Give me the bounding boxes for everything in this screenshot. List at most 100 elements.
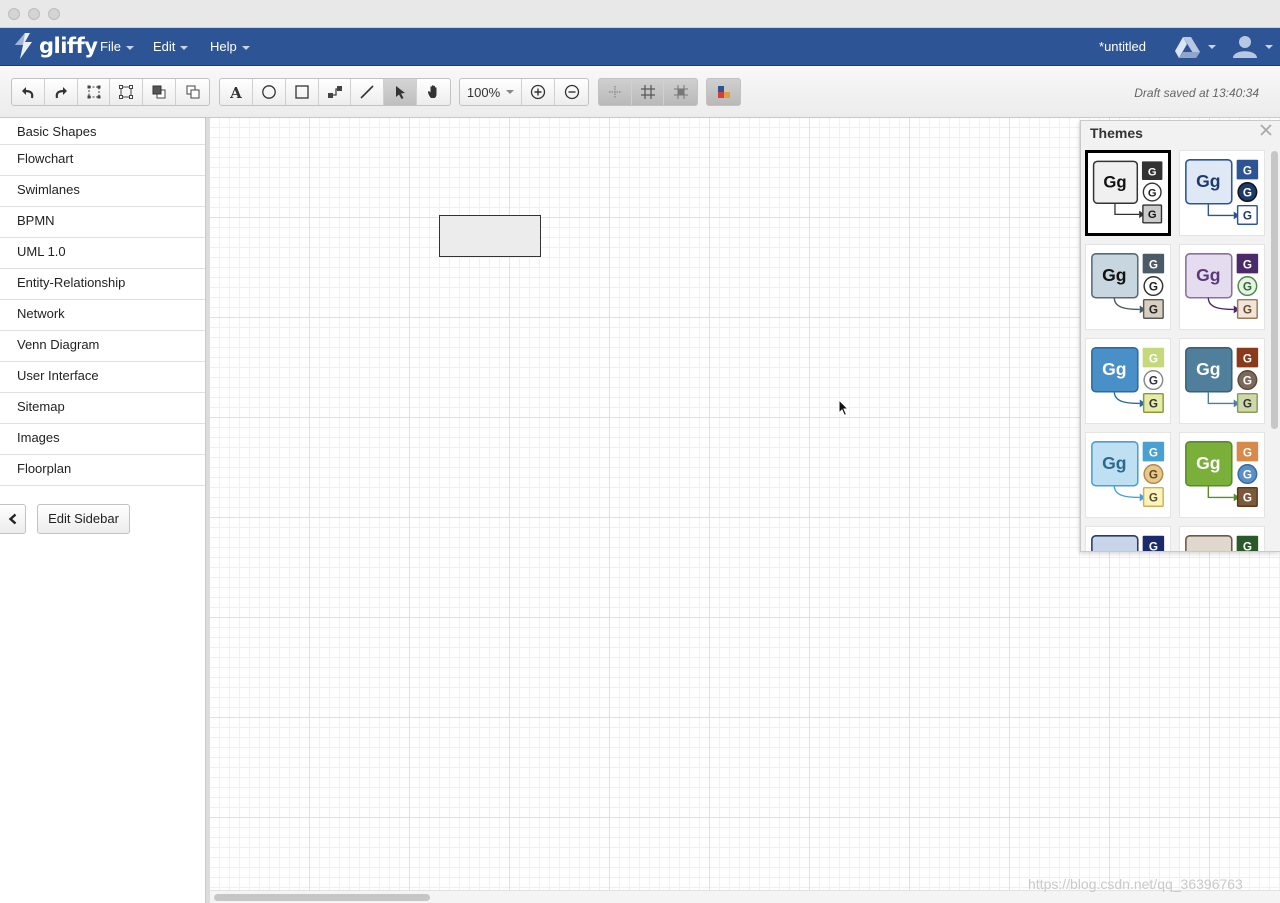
sidebar-category-item[interactable]: Basic Shapes: [0, 118, 205, 145]
sidebar-category-item[interactable]: Swimlanes: [0, 176, 205, 207]
svg-text:G: G: [1149, 540, 1158, 552]
mouse-cursor-icon: [838, 399, 850, 417]
rectangle-shape[interactable]: [439, 215, 541, 257]
svg-text:G: G: [1149, 280, 1158, 293]
svg-text:G: G: [1149, 258, 1158, 271]
bring-to-front-button[interactable]: [143, 79, 177, 105]
svg-text:G: G: [1149, 397, 1158, 410]
ungroup-button[interactable]: [110, 79, 144, 105]
collapse-sidebar-button[interactable]: [0, 504, 26, 534]
undo-button[interactable]: [12, 79, 45, 105]
svg-text:Gg: Gg: [1102, 453, 1126, 473]
theme-option[interactable]: GgGGG: [1085, 150, 1171, 236]
theme-preview-icon: GgGGG: [1091, 347, 1165, 413]
window-zoom-button[interactable]: [48, 8, 60, 20]
menu-edit-label: Edit: [153, 39, 176, 54]
sidebar-category-item[interactable]: Floorplan: [0, 455, 205, 486]
zoom-level: 100%: [466, 84, 501, 100]
line-tool-button[interactable]: [351, 79, 385, 105]
ungroup-icon: [119, 85, 134, 99]
user-icon: [1233, 36, 1273, 58]
themes-toggle-button[interactable]: [707, 79, 740, 105]
grid-tools-group: [598, 78, 698, 106]
group-button[interactable]: [78, 79, 111, 105]
gliffy-logo[interactable]: gliffy: [12, 31, 98, 63]
sidebar-category-item[interactable]: Network: [0, 300, 205, 331]
sidebar-category-item[interactable]: User Interface: [0, 362, 205, 393]
connector-tool-button[interactable]: [319, 79, 352, 105]
pan-tool-button[interactable]: [417, 79, 450, 105]
svg-text:G: G: [1243, 540, 1252, 552]
menu-file[interactable]: File: [100, 39, 134, 54]
document-title[interactable]: *untitled: [1099, 39, 1146, 54]
theme-option[interactable]: GgGGG: [1179, 244, 1265, 330]
menu-edit[interactable]: Edit: [153, 39, 189, 54]
theme-preview-icon: GgGGG: [1091, 535, 1165, 552]
svg-text:Gg: Gg: [1196, 547, 1220, 552]
theme-option[interactable]: GgGGG: [1179, 338, 1265, 424]
pointer-tool-button[interactable]: [384, 79, 418, 105]
theme-option[interactable]: GgGGG: [1085, 244, 1171, 330]
redo-button[interactable]: [45, 79, 78, 105]
shape-category-list: Basic Shapes Flowchart Swimlanes BPMN UML 1.…: [0, 118, 205, 486]
sidebar-category-item[interactable]: UML 1.0: [0, 238, 205, 269]
user-account-menu[interactable]: [1232, 34, 1276, 60]
theme-option[interactable]: GgGGG: [1179, 526, 1265, 552]
window-minimize-button[interactable]: [28, 8, 40, 20]
close-icon[interactable]: [1259, 123, 1273, 137]
svg-text:G: G: [1243, 209, 1252, 222]
chevron-left-icon: [8, 513, 16, 525]
redo-icon: [55, 87, 67, 99]
edit-tools-group: [11, 78, 210, 106]
horizontal-scrollbar-thumb[interactable]: [214, 894, 430, 901]
chevron-down-icon: [241, 45, 250, 50]
zoom-out-icon: [564, 84, 579, 100]
theme-option[interactable]: GgGGG: [1179, 432, 1265, 518]
sidebar-category-item[interactable]: Flowchart: [0, 145, 205, 176]
send-to-back-button[interactable]: [176, 79, 209, 105]
grid-toggle[interactable]: [632, 79, 665, 105]
sidebar-category-item[interactable]: BPMN: [0, 207, 205, 238]
menu-help[interactable]: Help: [210, 39, 250, 54]
svg-text:G: G: [1148, 209, 1157, 221]
sidebar-category-item[interactable]: Venn Diagram: [0, 331, 205, 362]
svg-text:G: G: [1243, 397, 1252, 410]
svg-text:Gg: Gg: [1196, 265, 1220, 285]
svg-text:G: G: [1149, 352, 1158, 365]
svg-text:G: G: [1148, 187, 1157, 199]
zoom-out-button[interactable]: [555, 79, 588, 105]
sidebar-footer: Edit Sidebar: [0, 504, 206, 538]
edit-sidebar-button[interactable]: Edit Sidebar: [37, 504, 130, 534]
text-tool-button[interactable]: A: [220, 79, 253, 105]
svg-text:G: G: [1243, 258, 1252, 271]
svg-text:G: G: [1149, 468, 1158, 481]
rectangle-tool-button[interactable]: [286, 79, 319, 105]
theme-option[interactable]: GgGGG: [1085, 338, 1171, 424]
themes-toggle-group: [706, 78, 741, 106]
bring-to-front-icon: [152, 85, 166, 99]
sidebar-category-item[interactable]: Sitemap: [0, 393, 205, 424]
guides-toggle[interactable]: [599, 79, 632, 105]
svg-text:Gg: Gg: [1102, 359, 1126, 379]
snap-to-grid-toggle[interactable]: [664, 79, 697, 105]
svg-text:G: G: [1243, 491, 1252, 504]
theme-option[interactable]: GgGGG: [1085, 526, 1171, 552]
google-drive-menu[interactable]: [1174, 36, 1216, 58]
zoom-select[interactable]: 100%: [460, 79, 522, 105]
sidebar-category-item[interactable]: Entity-Relationship: [0, 269, 205, 300]
zoom-in-button[interactable]: [522, 79, 555, 105]
theme-option[interactable]: GgGGG: [1179, 150, 1265, 236]
svg-text:G: G: [1149, 374, 1158, 387]
svg-text:G: G: [1243, 303, 1252, 316]
svg-text:Gg: Gg: [1102, 265, 1126, 285]
themes-scrollbar-thumb[interactable]: [1271, 151, 1278, 429]
svg-text:G: G: [1243, 186, 1252, 199]
draft-status: Draft saved at 13:40:34: [1134, 86, 1259, 100]
svg-text:Gg: Gg: [1103, 172, 1126, 191]
theme-preview-icon: GgGGG: [1185, 253, 1259, 319]
theme-option[interactable]: GgGGG: [1085, 432, 1171, 518]
shape-library-sidebar: Basic Shapes Flowchart Swimlanes BPMN UML 1.…: [0, 118, 206, 903]
ellipse-tool-button[interactable]: [253, 79, 286, 105]
window-close-button[interactable]: [8, 8, 20, 20]
sidebar-category-item[interactable]: Images: [0, 424, 205, 455]
